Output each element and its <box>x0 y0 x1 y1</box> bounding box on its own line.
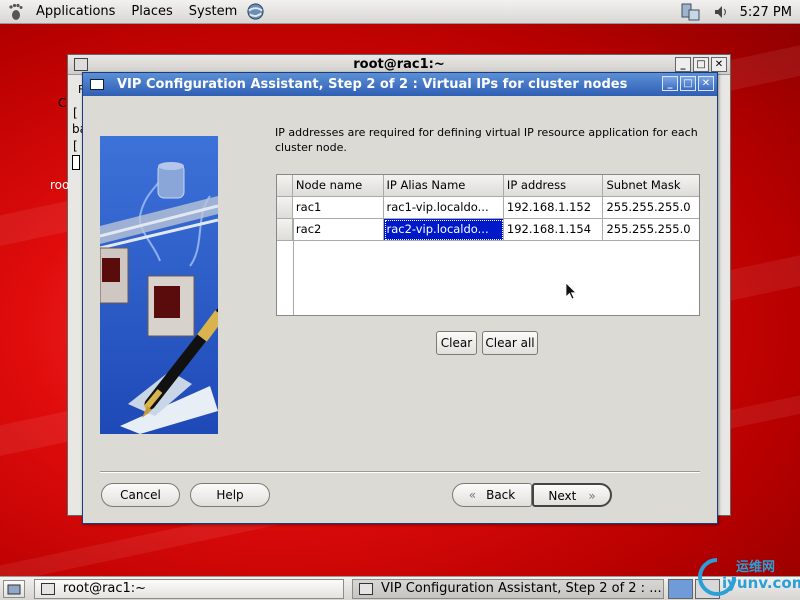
back-button[interactable]: « Back <box>452 483 532 507</box>
vip-dialog[interactable]: VIP Configuration Assistant, Step 2 of 2… <box>82 72 718 524</box>
terminal-text-fragment: [ <box>73 106 78 120</box>
column-header-node-name[interactable]: Node name <box>292 175 384 197</box>
table-header-row: Node name IP Alias Name IP address Subne… <box>277 175 699 197</box>
dialog-minimize-icon[interactable]: _ <box>662 76 678 91</box>
watermark-url: iyunv.com <box>722 574 800 592</box>
row-header[interactable] <box>277 197 293 219</box>
cell-ip-alias-selected[interactable]: rac2-vip.localdo... <box>383 219 504 241</box>
watermark: 运维网 iyunv.com <box>696 554 800 598</box>
table-row[interactable]: rac1 rac1-vip.localdo... 192.168.1.152 2… <box>277 197 699 219</box>
task-vip-dialog-label: VIP Configuration Assistant, Step 2 of 2… <box>381 581 662 596</box>
terminal-title: root@rac1:~ <box>353 57 445 72</box>
cell-subnet-mask[interactable]: 255.255.255.0 <box>603 197 699 219</box>
menu-places[interactable]: Places <box>123 0 180 24</box>
volume-icon[interactable] <box>712 3 730 21</box>
back-chevron-icon: « <box>468 488 477 502</box>
task-terminal[interactable]: root@rac1:~ <box>34 579 344 599</box>
panel-clock[interactable]: 5:27 PM <box>740 5 792 20</box>
back-button-label: Back <box>486 488 516 502</box>
next-chevron-icon: » <box>588 489 596 503</box>
dialog-task-icon <box>359 583 373 595</box>
table-corner[interactable] <box>277 175 293 197</box>
network-status-icon[interactable] <box>680 2 702 22</box>
vip-table[interactable]: Node name IP Alias Name IP address Subne… <box>276 174 700 316</box>
menu-system[interactable]: System <box>181 0 245 24</box>
terminal-minimize-icon[interactable]: _ <box>675 57 691 72</box>
cell-node-name[interactable]: rac1 <box>292 197 384 219</box>
cell-ip-address[interactable]: 192.168.1.154 <box>503 219 604 241</box>
terminal-cursor <box>72 155 80 170</box>
web-browser-icon[interactable] <box>245 2 265 22</box>
row-header-divider <box>293 219 294 315</box>
next-button-label: Next <box>548 489 577 503</box>
cell-node-name[interactable]: rac2 <box>292 219 384 241</box>
terminal-text-fragment: [ <box>73 139 78 153</box>
top-panel: Applications Places System 5:27 PM <box>0 0 800 24</box>
cell-ip-alias[interactable]: rac1-vip.localdo... <box>383 197 504 219</box>
desktop-icon-label[interactable]: roo <box>50 178 69 192</box>
cancel-button[interactable]: Cancel <box>101 483 180 507</box>
instructions-text: IP addresses are required for defining v… <box>275 126 698 154</box>
button-separator <box>100 471 700 473</box>
terminal-window-icon[interactable] <box>74 58 88 71</box>
dialog-window-icon[interactable] <box>90 79 104 90</box>
cell-ip-address[interactable]: 192.168.1.152 <box>503 197 604 219</box>
watermark-text: 运维网 <box>736 560 776 575</box>
clear-all-button[interactable]: Clear all <box>482 331 538 355</box>
dialog-maximize-icon[interactable]: □ <box>680 76 696 91</box>
show-desktop-icon[interactable] <box>3 580 25 598</box>
dialog-titlebar[interactable]: VIP Configuration Assistant, Step 2 of 2… <box>83 73 717 96</box>
row-header[interactable] <box>277 219 293 241</box>
dialog-title: VIP Configuration Assistant, Step 2 of 2… <box>117 77 628 92</box>
help-button[interactable]: Help <box>190 483 270 507</box>
cell-subnet-mask[interactable]: 255.255.255.0 <box>603 219 699 241</box>
bottom-taskbar: root@rac1:~ VIP Configuration Assistant,… <box>0 576 800 600</box>
table-row[interactable]: rac2 rac2-vip.localdo... 192.168.1.154 2… <box>277 219 699 241</box>
menu-applications[interactable]: Applications <box>28 0 123 24</box>
terminal-task-icon <box>41 583 55 595</box>
next-button[interactable]: Next » <box>532 483 612 507</box>
task-terminal-label: root@rac1:~ <box>63 581 147 596</box>
mouse-pointer-icon <box>566 283 577 300</box>
terminal-close-icon[interactable]: ✕ <box>711 57 727 72</box>
column-header-ip-alias[interactable]: IP Alias Name <box>383 175 504 197</box>
terminal-maximize-icon[interactable]: □ <box>693 57 709 72</box>
task-vip-dialog[interactable]: VIP Configuration Assistant, Step 2 of 2… <box>352 579 664 599</box>
column-header-ip-address[interactable]: IP address <box>503 175 604 197</box>
workspace-1[interactable] <box>668 579 693 599</box>
terminal-text-fragment: C <box>58 96 67 110</box>
network-illustration <box>100 136 218 434</box>
gnome-foot-icon[interactable] <box>6 2 26 22</box>
column-header-subnet-mask[interactable]: Subnet Mask <box>603 175 699 197</box>
dialog-close-icon[interactable]: ✕ <box>698 76 714 91</box>
clear-button[interactable]: Clear <box>436 331 477 355</box>
